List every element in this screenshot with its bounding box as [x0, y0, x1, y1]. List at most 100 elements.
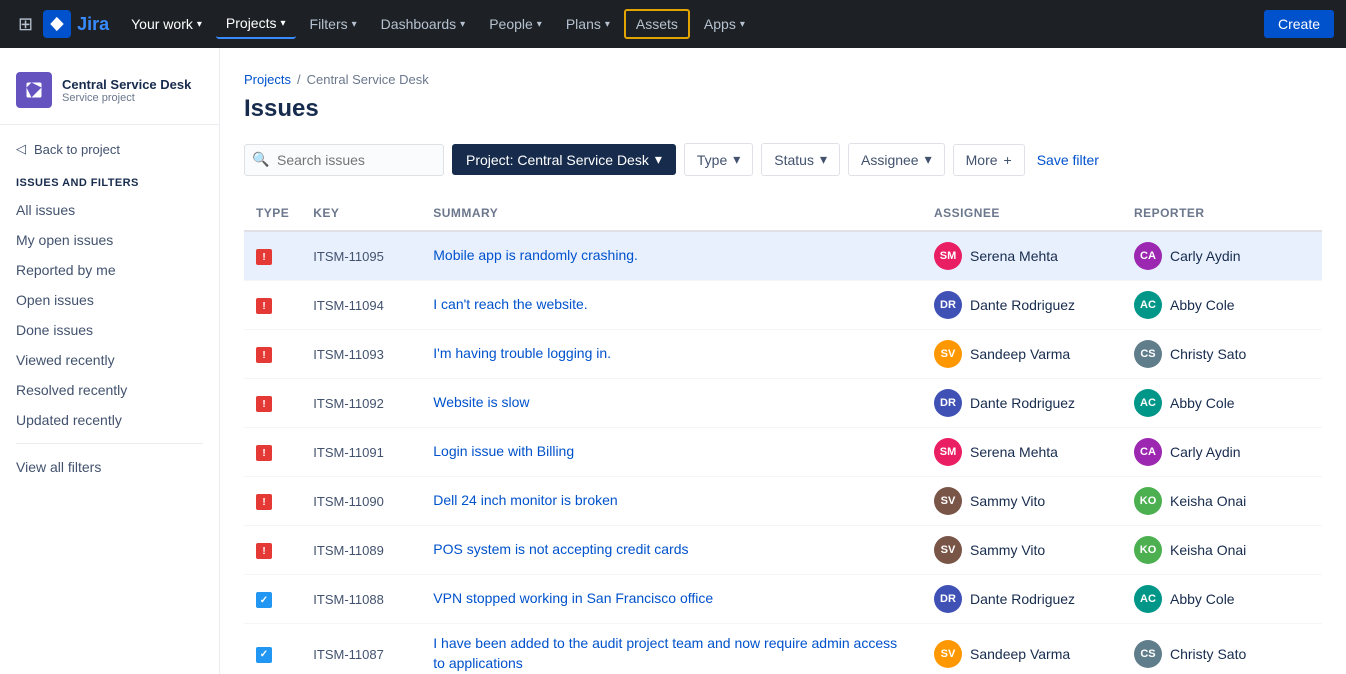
- assignee-avatar: SV: [934, 536, 962, 564]
- nav-assets[interactable]: Assets: [624, 9, 690, 39]
- assignee-name: Dante Rodriguez: [970, 395, 1075, 411]
- status-filter-button[interactable]: Status ▾: [761, 143, 840, 176]
- issues-table: Type Key Summary Assignee Reporter ! ITS…: [244, 196, 1322, 674]
- issue-summary-link[interactable]: Login issue with Billing: [433, 443, 574, 459]
- issue-summary-link[interactable]: I'm having trouble logging in.: [433, 345, 611, 361]
- assignee-name: Sandeep Varma: [970, 346, 1070, 362]
- table-row[interactable]: ! ITSM-11091 Login issue with Billing SM…: [244, 428, 1322, 477]
- assignee-avatar: SM: [934, 242, 962, 270]
- col-header-reporter: Reporter: [1122, 196, 1322, 231]
- issue-summary-link[interactable]: I can't reach the website.: [433, 296, 587, 312]
- reporter-name: Christy Sato: [1170, 346, 1246, 362]
- cell-key: ITSM-11088: [301, 575, 421, 624]
- logo-text: Jira: [77, 14, 109, 35]
- sidebar-item-reported-by-me[interactable]: Reported by me: [0, 255, 219, 285]
- grid-icon[interactable]: ⊞: [12, 8, 39, 41]
- logo[interactable]: Jira: [43, 10, 109, 38]
- reporter-name: Christy Sato: [1170, 646, 1246, 662]
- sidebar-item-open-issues[interactable]: Open issues: [0, 285, 219, 315]
- sidebar-item-viewed-recently[interactable]: Viewed recently: [0, 345, 219, 375]
- cell-summary: POS system is not accepting credit cards: [421, 526, 922, 575]
- issue-summary-link[interactable]: POS system is not accepting credit cards: [433, 541, 688, 557]
- reporter-name: Abby Cole: [1170, 297, 1235, 313]
- back-to-project[interactable]: ◁ Back to project: [0, 133, 219, 165]
- cell-type: !: [244, 428, 301, 477]
- breadcrumb-project-name: Central Service Desk: [307, 72, 429, 87]
- cell-key: ITSM-11093: [301, 330, 421, 379]
- table-row[interactable]: ! ITSM-11090 Dell 24 inch monitor is bro…: [244, 477, 1322, 526]
- sidebar-item-my-open-issues[interactable]: My open issues: [0, 225, 219, 255]
- table-row[interactable]: ✓ ITSM-11087 I have been added to the au…: [244, 624, 1322, 674]
- assignee-name: Dante Rodriguez: [970, 591, 1075, 607]
- sidebar-divider: [16, 443, 203, 444]
- table-row[interactable]: ✓ ITSM-11088 VPN stopped working in San …: [244, 575, 1322, 624]
- chevron-down-icon: ▾: [280, 18, 285, 29]
- issue-summary-link[interactable]: VPN stopped working in San Francisco off…: [433, 590, 713, 606]
- page-title: Issues: [244, 95, 1322, 123]
- sidebar-item-done-issues[interactable]: Done issues: [0, 315, 219, 345]
- project-filter-button[interactable]: Project: Central Service Desk ▾: [452, 144, 676, 175]
- bug-type-icon: !: [256, 298, 272, 314]
- cell-type: !: [244, 526, 301, 575]
- assignee-avatar: DR: [934, 291, 962, 319]
- col-header-summary: Summary: [421, 196, 922, 231]
- project-name: Central Service Desk: [62, 77, 191, 92]
- assignee-avatar: SV: [934, 487, 962, 515]
- breadcrumb-projects[interactable]: Projects: [244, 72, 291, 87]
- create-button[interactable]: Create: [1264, 10, 1334, 38]
- nav-people[interactable]: People ▾: [479, 10, 552, 38]
- issue-summary-link[interactable]: Dell 24 inch monitor is broken: [433, 492, 617, 508]
- main-layout: Central Service Desk Service project ◁ B…: [0, 48, 1346, 674]
- nav-plans[interactable]: Plans ▾: [556, 10, 620, 38]
- cell-assignee: SV Sammy Vito: [922, 526, 1122, 575]
- nav-projects[interactable]: Projects ▾: [216, 9, 296, 39]
- reporter-avatar: AC: [1134, 389, 1162, 417]
- nav-dashboards[interactable]: Dashboards ▾: [371, 10, 476, 38]
- chevron-down-icon: ▾: [352, 19, 357, 30]
- save-filter-button[interactable]: Save filter: [1033, 145, 1103, 175]
- cell-key: ITSM-11091: [301, 428, 421, 477]
- cell-assignee: SV Sandeep Varma: [922, 624, 1122, 674]
- cell-reporter: KO Keisha Onai: [1122, 526, 1322, 575]
- back-icon: ◁: [16, 141, 26, 157]
- search-input[interactable]: [244, 144, 444, 176]
- table-row[interactable]: ! ITSM-11095 Mobile app is randomly cras…: [244, 231, 1322, 281]
- bug-type-icon: !: [256, 347, 272, 363]
- chevron-down-icon: ▾: [537, 19, 542, 30]
- issue-summary-link[interactable]: I have been added to the audit project t…: [433, 635, 897, 671]
- table-row[interactable]: ! ITSM-11092 Website is slow DR Dante Ro…: [244, 379, 1322, 428]
- type-filter-button[interactable]: Type ▾: [684, 143, 753, 176]
- table-row[interactable]: ! ITSM-11093 I'm having trouble logging …: [244, 330, 1322, 379]
- top-navigation: ⊞ Jira Your work ▾ Projects ▾ Filters ▾ …: [0, 0, 1346, 48]
- sidebar-item-updated-recently[interactable]: Updated recently: [0, 405, 219, 435]
- nav-apps[interactable]: Apps ▾: [694, 10, 755, 38]
- assignee-filter-button[interactable]: Assignee ▾: [848, 143, 945, 176]
- chevron-down-icon: ▾: [925, 151, 932, 168]
- task-type-icon: ✓: [256, 592, 272, 608]
- issue-summary-link[interactable]: Website is slow: [433, 394, 529, 410]
- assignee-name: Dante Rodriguez: [970, 297, 1075, 313]
- chevron-down-icon: ▾: [655, 151, 662, 168]
- issue-summary-link[interactable]: Mobile app is randomly crashing.: [433, 247, 638, 263]
- table-row[interactable]: ! ITSM-11089 POS system is not accepting…: [244, 526, 1322, 575]
- bug-type-icon: !: [256, 396, 272, 412]
- task-type-icon: ✓: [256, 647, 272, 663]
- sidebar-item-all-issues[interactable]: All issues: [0, 195, 219, 225]
- sidebar-view-all-filters[interactable]: View all filters: [0, 452, 219, 482]
- jira-logo-icon: [43, 10, 71, 38]
- assignee-avatar: DR: [934, 585, 962, 613]
- sidebar-section-title: Issues and filters: [0, 165, 219, 195]
- col-header-assignee: Assignee: [922, 196, 1122, 231]
- table-row[interactable]: ! ITSM-11094 I can't reach the website. …: [244, 281, 1322, 330]
- reporter-avatar: KO: [1134, 487, 1162, 515]
- more-filter-button[interactable]: More +: [953, 144, 1025, 176]
- nav-filters[interactable]: Filters ▾: [300, 10, 367, 38]
- sidebar-item-resolved-recently[interactable]: Resolved recently: [0, 375, 219, 405]
- cell-reporter: AC Abby Cole: [1122, 379, 1322, 428]
- reporter-name: Abby Cole: [1170, 395, 1235, 411]
- cell-reporter: KO Keisha Onai: [1122, 477, 1322, 526]
- nav-your-work[interactable]: Your work ▾: [121, 10, 212, 38]
- assignee-avatar: DR: [934, 389, 962, 417]
- bug-type-icon: !: [256, 494, 272, 510]
- cell-assignee: SV Sandeep Varma: [922, 330, 1122, 379]
